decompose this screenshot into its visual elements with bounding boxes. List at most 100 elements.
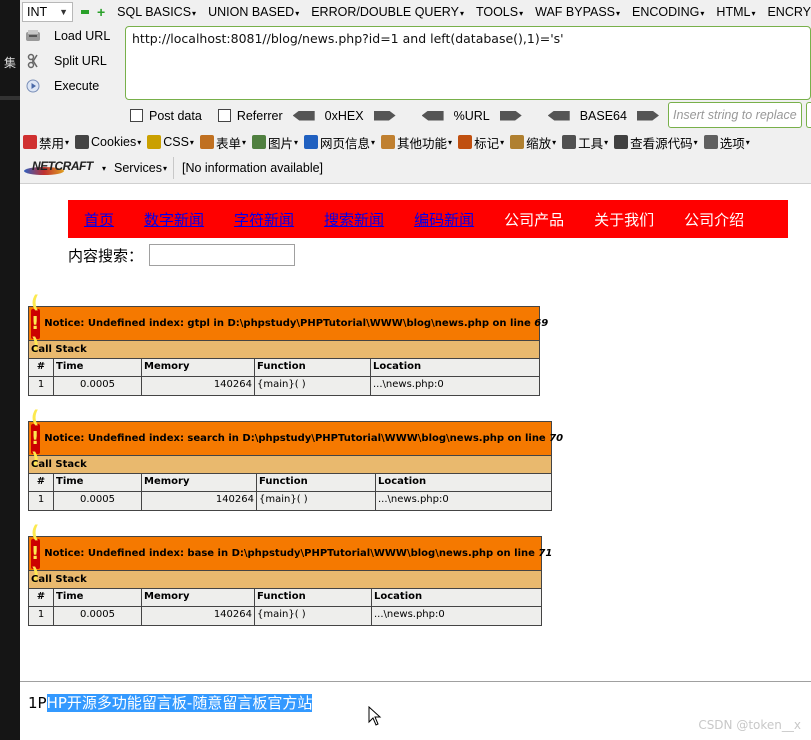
load-url-label: Load URL [54,29,111,43]
increment-button[interactable]: + [97,5,105,19]
dropdown-arrow-icon: ▾ [751,9,756,18]
post-data-checkbox[interactable] [130,109,143,122]
execute-button[interactable]: Execute [24,75,99,97]
dropdown-arrow-icon: ▾ [137,137,142,147]
toolbar-item-9[interactable]: 工具 ▾ [562,133,608,152]
nav-link-0[interactable]: 首页 [68,209,114,230]
table-row: 1 0.0005 140264 {main}( ) ...\news.php:0 [29,377,539,395]
nav-link-2[interactable]: 字符新闻 [218,209,294,230]
error-notice: ( ! )Notice: Undefined index: gtpl in D:… [28,292,548,396]
menu-html[interactable]: HTML▾ [716,5,755,19]
toolbar-item-11[interactable]: 选项 ▾ [703,133,750,152]
post-data-toggle[interactable]: Post data [130,109,202,123]
table-cell: Memory [142,359,255,376]
menu-error-double-query[interactable]: ERROR/DOUBLE QUERY▾ [311,5,464,19]
error-notice: ( ! )Notice: Undefined index: base in D:… [28,522,552,626]
notice-line-number: 71 [538,548,553,559]
warning-icon: ( ! ) [31,407,41,470]
menu-tools[interactable]: TOOLS▾ [476,5,523,19]
replace-with-input[interactable] [806,102,811,128]
css-icon [147,135,162,149]
table-cell: 1 [29,607,54,625]
nav-link-4[interactable]: 编码新闻 [398,209,474,230]
nav-link-3[interactable]: 搜索新闻 [308,209,384,230]
url-decode-arrow-icon[interactable] [421,110,444,121]
referrer-checkbox[interactable] [217,109,231,122]
menu-encoding[interactable]: ENCODING▾ [632,5,704,19]
toolbar-item-label: 工具 [578,136,604,151]
dropdown-arrow-icon: ▾ [552,137,557,147]
toolbar-item-10[interactable]: 查看源代码 ▾ [614,133,698,152]
notice-header: ( ! )Notice: Undefined index: search in … [29,407,563,470]
menu-label: TOOLS [475,5,519,19]
decrement-button[interactable] [80,7,89,17]
tools-icon [562,135,577,149]
split-url-button[interactable]: Split URL [24,50,107,72]
outline-icon [458,135,473,149]
load-url-button[interactable]: Load URL [24,25,110,47]
toolbar-item-7[interactable]: 标记 ▾ [458,133,504,152]
toolbar-item-label: 查看源代码 [630,136,693,151]
toolbar-item-2[interactable]: CSS ▾ [147,135,194,149]
nav-link-5[interactable]: 公司产品 [488,209,564,230]
toolbar-item-4[interactable]: 图片 ▾ [251,133,298,152]
info-icon [304,135,318,149]
hex-decode-arrow-icon[interactable] [292,110,315,121]
execute-icon [24,77,42,95]
netcraft-logo[interactable]: NETCRAFT [24,158,96,178]
hackbar-type-select[interactable]: INT ▼ [22,2,73,22]
table-header-row: # Time Memory Function Location [29,589,541,607]
menu-label: WAF BYPASS [535,5,616,19]
referrer-toggle[interactable]: Referrer [217,109,283,123]
chevron-down-icon: ▼ [59,7,68,17]
dropdown-arrow-icon: ▾ [519,9,524,18]
menu-waf-bypass[interactable]: WAF BYPASS▾ [535,5,620,19]
nav-link-7[interactable]: 公司介绍 [668,209,744,230]
toolbar-item-8[interactable]: 缩放 ▾ [510,133,556,152]
url-encode-arrow-icon[interactable] [499,110,522,121]
left-strip-glyph: 集 [3,56,16,70]
url-encoding-label: %URL [453,108,490,123]
menu-sql-basics[interactable]: SQL BASICS▾ [117,5,196,19]
toolbar-item-0[interactable]: 禁用 ▾ [23,133,69,152]
page-content: 首页 数字新闻 字符新闻 搜索新闻 编码新闻 公司产品 关于我们 公司介绍 内容搜索： ( !… [20,184,811,740]
replace-string-input[interactable]: Insert string to replace [668,102,802,128]
nav-link-6[interactable]: 关于我们 [578,209,654,230]
notice-message-text: Notice: Undefined index: search in D:\ph… [44,433,550,444]
base64-decode-arrow-icon[interactable] [547,110,570,121]
toolbar-item-5[interactable]: 网页信息 ▾ [304,133,375,152]
base64-encode-arrow-icon[interactable] [636,110,659,121]
toolbar-item-label: CSS [163,135,189,149]
table-cell: ...\news.php:0 [373,379,444,390]
table-cell: 0.0005 [54,377,142,395]
hex-encode-arrow-icon[interactable] [373,110,396,121]
toolbar-item-label: 禁用 [39,136,65,151]
cookies-icon [75,135,90,149]
menu-encryption[interactable]: ENCRY [767,5,811,19]
services-menu[interactable]: Services [114,161,162,175]
toolbar-item-6[interactable]: 其他功能 ▾ [381,133,452,152]
toolbar-item-1[interactable]: Cookies ▾ [75,135,141,149]
search-input[interactable] [149,244,296,266]
hex-label: 0xHEX [324,108,364,123]
table-cell: # [29,359,54,376]
toolbar-item-label: 图片 [267,136,293,151]
table-cell: 0.0005 [54,492,142,510]
dropdown-arrow-icon: ▾ [448,137,453,147]
table-cell: Time [54,474,142,491]
dropdown-arrow-icon: ▾ [604,137,609,147]
toolbar-item-3[interactable]: 表单 ▾ [199,133,246,152]
split-url-label: Split URL [54,54,107,68]
toolbar-item-label: 标记 [474,136,500,151]
chevron-down-icon[interactable]: ▾ [102,164,106,173]
nav-link-1[interactable]: 数字新闻 [128,209,204,230]
url-textarea[interactable]: http://localhost:8081//blog/news.php?id=… [125,26,811,100]
site-navbar: 首页 数字新闻 字符新闻 搜索新闻 编码新闻 公司产品 关于我们 公司介绍 [68,200,788,238]
footer-prefix: 1P [28,694,47,712]
table-cell: 140264 [142,377,255,395]
menu-union-based[interactable]: UNION BASED▾ [208,5,299,19]
dropdown-arrow-icon: ▾ [693,137,698,147]
dropdown-arrow-icon: ▾ [745,137,750,147]
table-cell: # [29,474,54,491]
load-url-icon [24,27,42,45]
